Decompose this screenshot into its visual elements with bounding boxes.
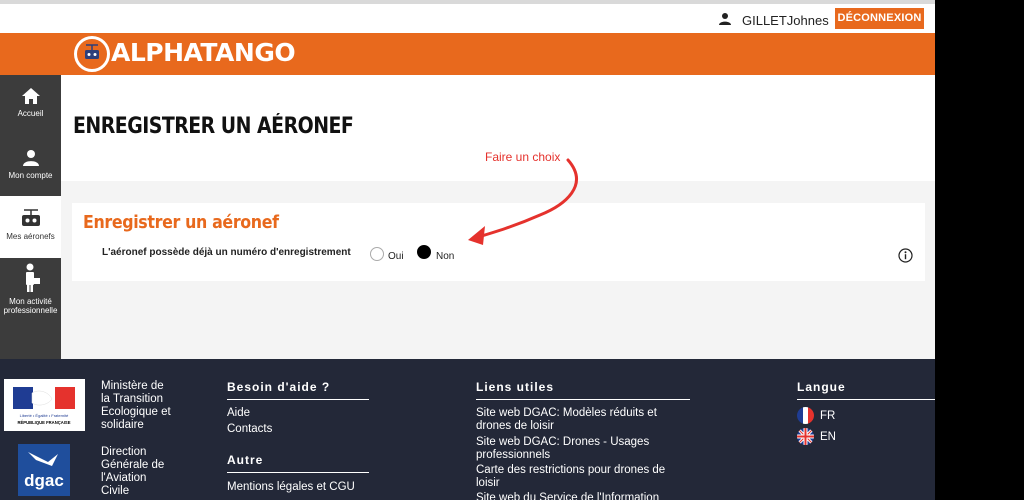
page-header: ENREGISTRER UN AÉRONEF — [61, 75, 935, 181]
footer-link-aide[interactable]: Aide — [227, 407, 250, 420]
card-title: Enregistrer un aéronef — [83, 212, 279, 233]
other-divider — [227, 472, 369, 473]
sidebar-item-activite-pro[interactable]: Mon activité professionnelle — [0, 258, 61, 328]
sidebar-item-mes-aeronefs[interactable]: Mes aéronefs — [0, 196, 61, 258]
briefcase-person-icon — [25, 263, 40, 292]
main-content: ENREGISTRER UN AÉRONEF Enregistrer un aé… — [61, 75, 935, 359]
logo-text[interactable]: ALPHATANGO — [111, 38, 296, 67]
drone-icon — [21, 209, 40, 226]
top-bar: GILLETJohnes DÉCONNEXION — [0, 4, 935, 33]
radio-non-label[interactable]: Non — [436, 251, 454, 262]
help-divider — [227, 399, 369, 400]
radio-non[interactable] — [417, 245, 431, 259]
svg-text:RÉPUBLIQUE FRANÇAISE: RÉPUBLIQUE FRANÇAISE — [17, 420, 70, 425]
other-heading: Autre — [227, 453, 264, 467]
useful-links-heading: Liens utiles — [476, 380, 555, 394]
page-title: ENREGISTRER UN AÉRONEF — [73, 114, 354, 139]
info-icon[interactable] — [898, 248, 913, 263]
direction-name: Direction Générale de l'Aviation Civile — [101, 446, 165, 497]
useful-links-divider — [476, 399, 690, 400]
language-en[interactable]: EN — [820, 431, 836, 444]
svg-text:Liberté • Égalité • Fraternité: Liberté • Égalité • Fraternité — [20, 413, 70, 418]
sidebar-item-accueil[interactable]: Accueil — [0, 75, 61, 137]
logo-drone-icon[interactable] — [74, 36, 110, 72]
user-name[interactable]: GILLETJohnes — [742, 13, 829, 28]
language-heading: Langue — [797, 380, 846, 394]
annotation-text: Faire un choix — [485, 150, 561, 164]
sidebar-item-label: Accueil — [17, 109, 44, 118]
sidebar-item-label: Mon activité professionnelle — [3, 297, 58, 315]
sidebar-item-mon-compte[interactable]: Mon compte — [0, 137, 61, 199]
footer-link-mentions[interactable]: Mentions légales et CGU — [227, 481, 355, 494]
home-icon — [21, 88, 40, 104]
footer-link-service-information[interactable]: Site web du Service de l'Information — [476, 492, 659, 500]
registration-card: Enregistrer un aéronef L'aéronef possède… — [72, 203, 925, 281]
user-icon — [719, 13, 731, 25]
sidebar-item-label: Mon compte — [8, 171, 53, 180]
help-heading: Besoin d'aide ? — [227, 380, 331, 394]
footer-link-contacts[interactable]: Contacts — [227, 423, 272, 436]
footer-link-drones-usages[interactable]: Site web DGAC: Drones - Usages professio… — [476, 436, 649, 462]
registration-question: L'aéronef possède déjà un numéro d'enreg… — [102, 247, 351, 258]
flag-en-icon[interactable] — [797, 428, 814, 445]
republique-francaise-logo: Liberté • Égalité • Fraternité RÉPUBLIQU… — [4, 379, 85, 431]
svg-text:dgac: dgac — [24, 471, 64, 490]
person-icon — [22, 150, 39, 166]
dgac-logo: dgac — [18, 444, 70, 496]
language-divider — [797, 399, 935, 400]
footer-link-modeles-reduits[interactable]: Site web DGAC: Modèles réduits et drones… — [476, 407, 657, 433]
radio-oui-label[interactable]: Oui — [388, 251, 404, 262]
language-fr[interactable]: FR — [820, 410, 835, 423]
site-footer: Liberté • Égalité • Fraternité RÉPUBLIQU… — [0, 359, 935, 500]
footer-link-carte-restrictions[interactable]: Carte des restrictions pour drones de lo… — [476, 464, 665, 490]
flag-fr-icon[interactable] — [797, 407, 814, 424]
radio-oui[interactable] — [370, 247, 384, 261]
app-window: GILLETJohnes DÉCONNEXION ALPHATANGO Accu… — [0, 0, 935, 500]
site-header: ALPHATANGO — [0, 33, 935, 75]
logout-button[interactable]: DÉCONNEXION — [835, 8, 924, 29]
ministry-name: Ministère de la Transition Ecologique et… — [101, 380, 171, 431]
sidebar: Accueil Mon compte Mes aéronefs Mon acti… — [0, 75, 61, 359]
sidebar-item-label: Mes aéronefs — [6, 232, 55, 241]
